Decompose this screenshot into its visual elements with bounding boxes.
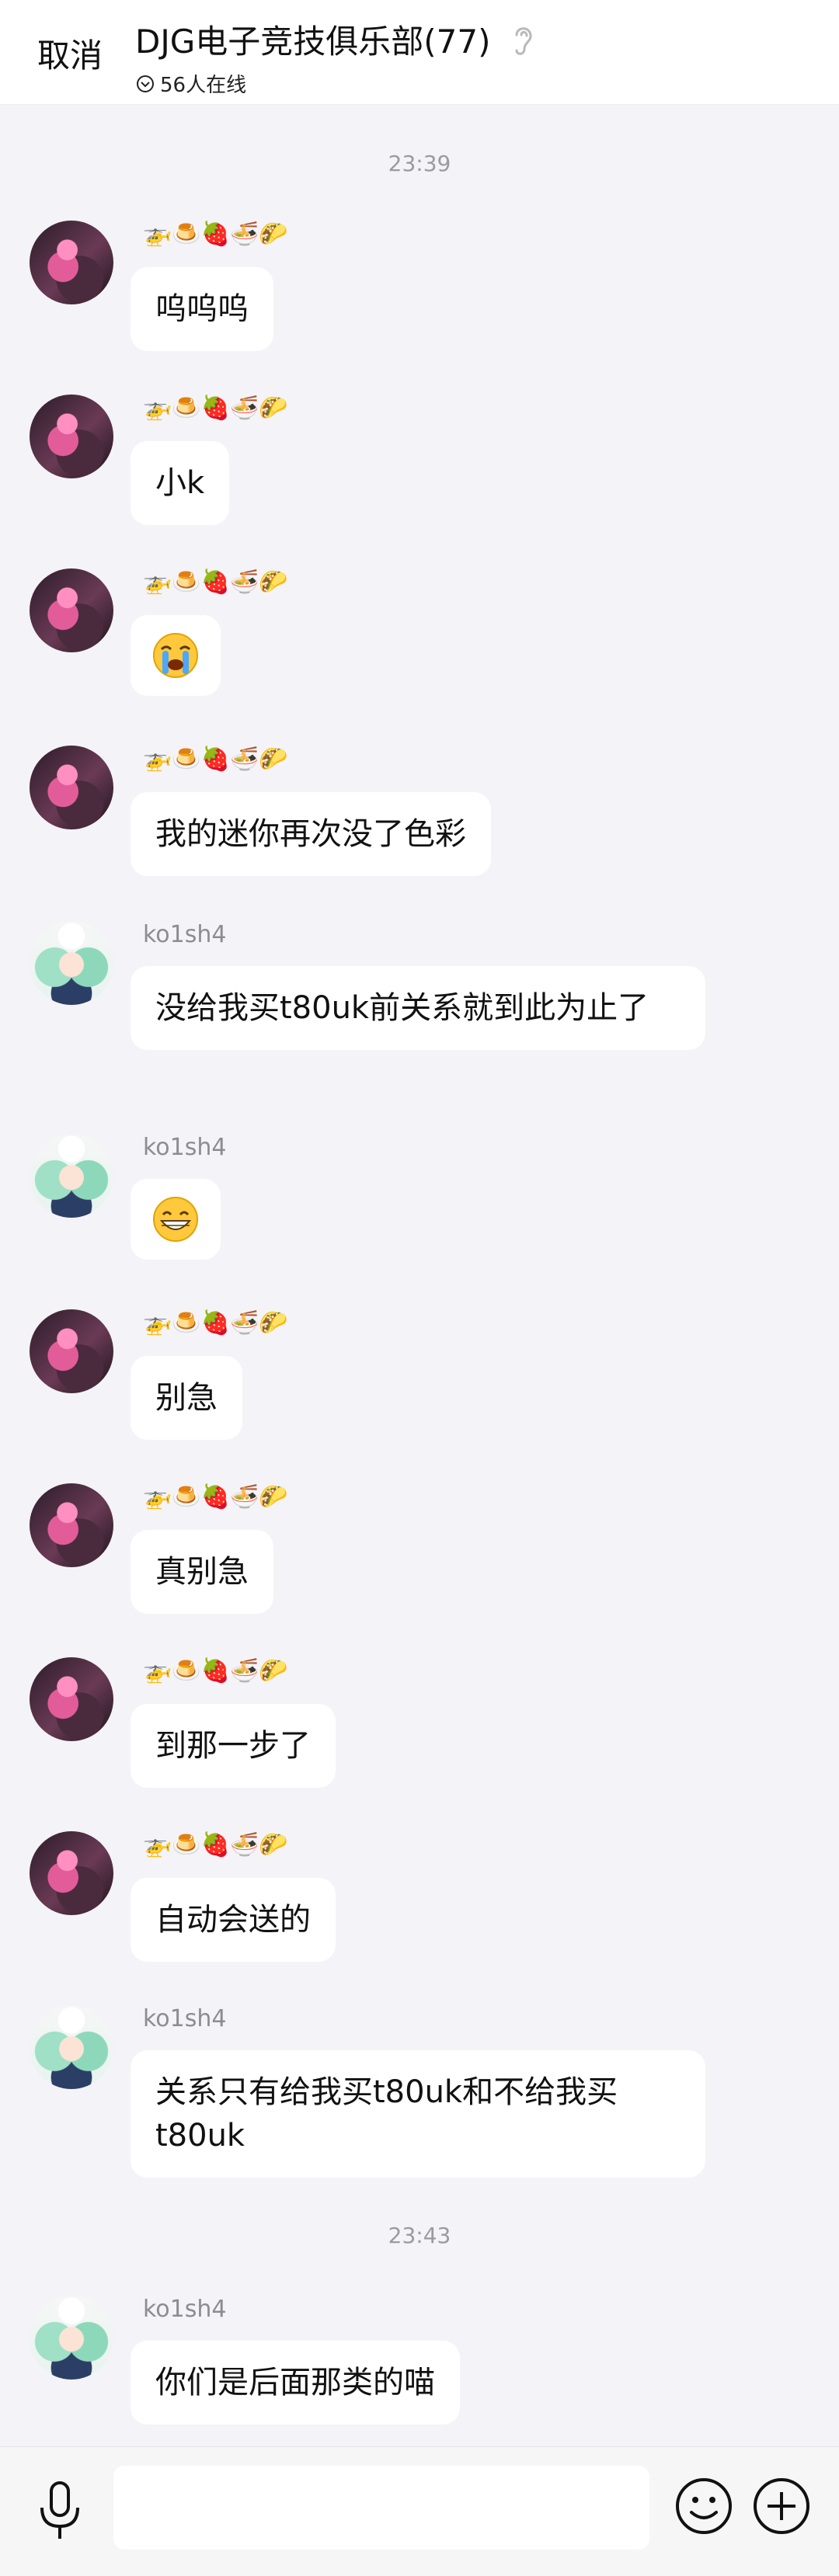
message-bubble[interactable]: 呜呜呜 [131,267,273,351]
message-bubble[interactable]: 自动会送的 [131,1878,336,1962]
message-bubble[interactable]: 我的迷你再次没了色彩 [131,792,491,876]
avatar[interactable] [30,746,113,829]
message-bubble[interactable]: 小k [131,441,230,525]
avatar[interactable] [30,1483,113,1567]
message-bubble[interactable]: 别急 [131,1356,242,1440]
avatar[interactable] [30,2005,113,2089]
message-bubble[interactable]: 到那一步了 [131,1704,336,1788]
ear-icon[interactable] [507,21,538,58]
sender-name: 🚁🍮🍓🍜🌮 [143,1309,288,1337]
avatar[interactable] [30,568,113,652]
message-bubble[interactable]: 真别急 [131,1530,273,1614]
chevron-down-icon [137,75,154,92]
crying-face-icon [153,633,198,678]
input-bar [0,2446,839,2576]
online-count: 56人在线 [160,74,247,97]
sender-name: 🚁🍮🍓🍜🌮 [143,1831,288,1858]
message-bubble[interactable] [131,615,221,696]
message-bubble[interactable]: 关系只有给我买t80uk和不给我买t80uk [131,2050,705,2178]
sender-name: 🚁🍮🍓🍜🌮 [143,1483,288,1510]
plus-icon[interactable] [750,2475,813,2537]
avatar[interactable] [30,395,113,478]
message-bubble[interactable]: 没给我买t80uk前关系就到此为止了 [131,966,705,1050]
avatar[interactable] [30,921,113,1005]
grinning-face-icon [153,1197,198,1242]
avatar[interactable] [30,1309,113,1393]
message-bubble[interactable] [131,1179,221,1260]
avatar[interactable] [30,1134,113,1218]
chat-header: 取消 DJG电子竞技俱乐部(77) 56人在线 [0,0,839,105]
sender-name: ko1sh4 [143,2296,227,2323]
cancel-button[interactable]: 取消 [37,30,103,77]
online-status[interactable]: 56人在线 [135,69,538,98]
sender-name: ko1sh4 [143,2005,227,2032]
sender-name: ko1sh4 [143,921,227,948]
group-title: DJG电子竞技俱乐部(77) [135,23,491,61]
message-bubble[interactable]: 你们是后面那类的喵 [131,2341,460,2425]
sender-name: 🚁🍮🍓🍜🌮 [143,568,288,596]
sender-name: 🚁🍮🍓🍜🌮 [143,1657,288,1684]
sender-name: 🚁🍮🍓🍜🌮 [143,221,288,248]
timestamp: 23:43 [388,2223,451,2248]
avatar[interactable] [30,221,113,304]
timestamp: 23:39 [388,151,451,176]
avatar[interactable] [30,1831,113,1915]
sender-name: 🚁🍮🍓🍜🌮 [143,746,288,773]
chat-title-area[interactable]: DJG电子竞技俱乐部(77) 56人在线 [135,16,538,98]
message-input[interactable] [113,2466,649,2550]
avatar[interactable] [30,2296,113,2380]
avatar[interactable] [30,1657,113,1741]
sender-name: ko1sh4 [143,1134,227,1161]
sender-name: 🚁🍮🍓🍜🌮 [143,395,288,422]
smile-icon[interactable] [673,2475,735,2537]
microphone-icon[interactable] [33,2480,87,2542]
